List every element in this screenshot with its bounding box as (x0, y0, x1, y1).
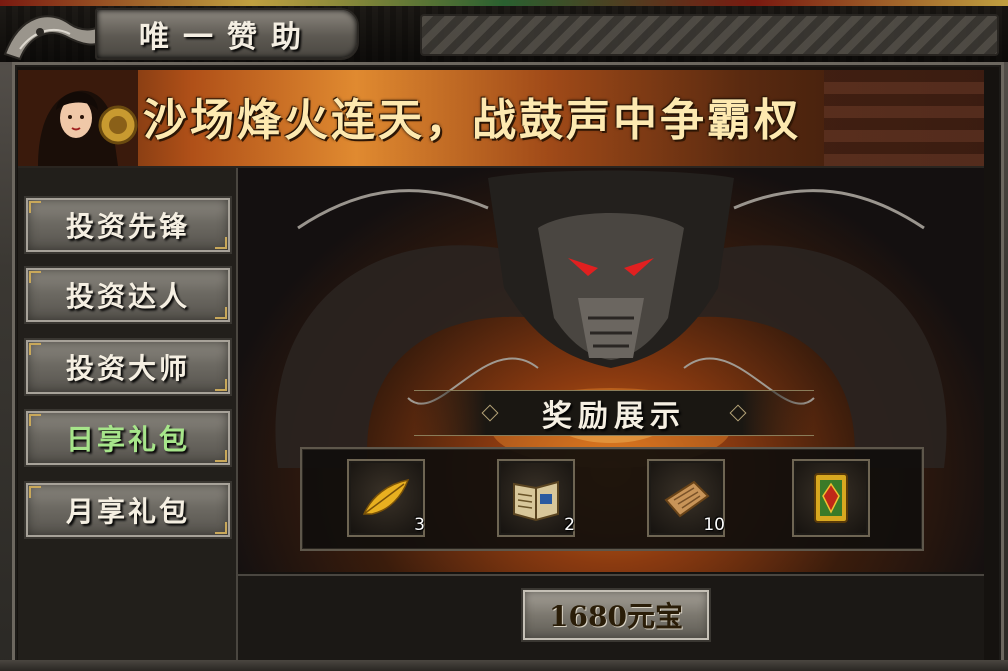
sidebar-item-monthly-gift[interactable]: 月享礼包 (24, 481, 232, 539)
reward-slot[interactable]: 3 (347, 459, 425, 537)
reward-slot[interactable] (792, 459, 870, 537)
reward-item-list: 3 2 10 (300, 447, 924, 551)
sidebar-item-label: 月享礼包 (65, 495, 190, 528)
item-count: 2 (564, 515, 575, 535)
title-bar-decoration (420, 14, 999, 56)
heroine-portrait-icon (18, 70, 138, 166)
item-count: 3 (414, 515, 425, 535)
sidebar: 投资先锋 投资达人 投资大师 日享礼包 月享礼包 (18, 168, 238, 660)
sidebar-item-investment-master[interactable]: 投资大师 (24, 338, 232, 396)
sidebar-item-daily-gift[interactable]: 日享礼包 (24, 409, 232, 467)
purchase-bar: 1680元宝 (238, 574, 984, 662)
golden-feather-icon (362, 478, 410, 515)
golden-card-icon (814, 473, 848, 523)
bottom-border (0, 660, 1008, 671)
banner-slogan: 沙场烽火连天，战鼓声中争霸权 (143, 95, 801, 146)
banner: 沙场烽火连天，战鼓声中争霸权 (18, 70, 984, 168)
diamond-ornament-icon (729, 404, 747, 422)
banner-city-wall (824, 70, 984, 166)
top-border-strip (0, 0, 1008, 6)
sidebar-item-investment-expert[interactable]: 投资达人 (24, 266, 232, 324)
sidebar-item-label: 投资达人 (65, 280, 190, 313)
reward-title: 奖励展示 (542, 399, 686, 434)
window-title: 唯一赞助 (139, 20, 315, 55)
sidebar-item-label: 投资先锋 (65, 210, 190, 243)
reward-title-bar: 奖励展示 (414, 390, 814, 436)
diamond-ornament-icon (481, 404, 499, 422)
item-count: 10 (703, 515, 725, 535)
purchase-price-label: 1680元宝 (549, 600, 683, 633)
purchase-button[interactable]: 1680元宝 (521, 588, 711, 642)
title-plate: 唯一赞助 (95, 8, 359, 60)
sidebar-item-label: 日享礼包 (65, 423, 190, 456)
skill-book-icon (513, 480, 559, 522)
reward-panel: 奖励展示 3 2 10 (238, 168, 984, 572)
reward-slot[interactable]: 10 (647, 459, 725, 537)
reward-slot[interactable]: 2 (497, 459, 575, 537)
sponsor-window: 唯一赞助 沙场烽火连天，战鼓声中争霸权 投资先锋 投资达人 投资大师 日享礼包 … (0, 0, 1008, 671)
sidebar-item-label: 投资大师 (65, 352, 190, 385)
sidebar-item-investment-pioneer[interactable]: 投资先锋 (24, 196, 232, 254)
